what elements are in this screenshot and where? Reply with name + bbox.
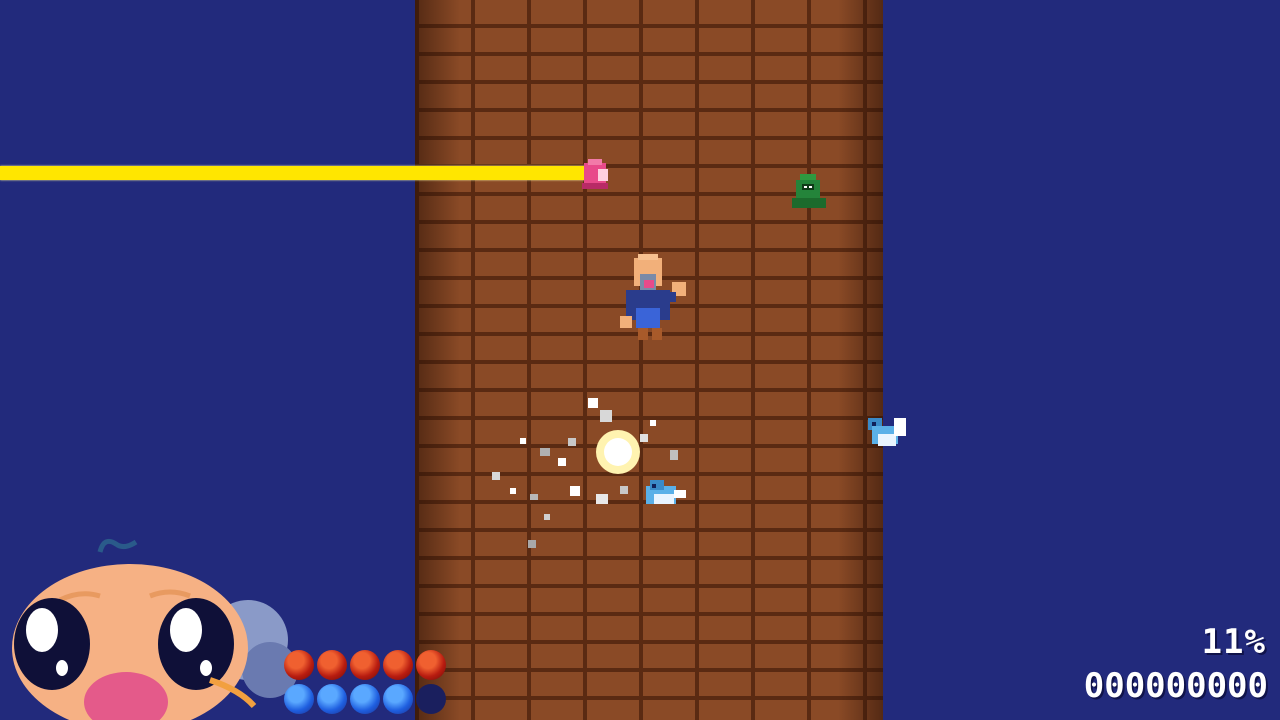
magic-orb (350, 684, 380, 714)
progress-percent: 11% (1201, 622, 1266, 662)
brick-tower (415, 0, 883, 720)
magic-orb-empty (416, 684, 446, 714)
health-orb (284, 650, 314, 680)
magic-orb (383, 684, 413, 714)
magic-orb (284, 684, 314, 714)
health-orb (317, 650, 347, 680)
player-character (620, 254, 686, 340)
health-orb (350, 650, 380, 680)
green-hooded-icon (792, 174, 826, 208)
health-orb (416, 650, 446, 680)
health-bar (284, 650, 446, 680)
explosion-icon (492, 398, 678, 548)
blue-bird-icon (868, 418, 906, 446)
health-orb (383, 650, 413, 680)
old-man-portrait (12, 538, 298, 720)
laser-beam (0, 166, 592, 180)
blue-bird-icon (646, 480, 686, 504)
magic-bar (284, 684, 446, 714)
magic-orb (317, 684, 347, 714)
pink-slime-icon (582, 159, 608, 189)
score-counter: 000000000 (1083, 666, 1268, 706)
